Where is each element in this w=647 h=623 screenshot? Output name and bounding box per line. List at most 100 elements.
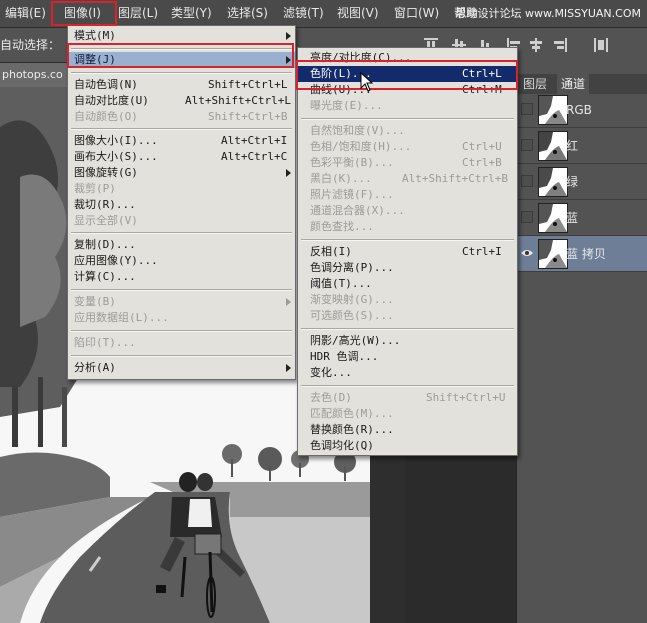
menu-item-shadows-highlights[interactable]: 阴影/高光(W)...	[298, 333, 517, 349]
menu-item-replace-color[interactable]: 替换颜色(R)...	[298, 422, 517, 438]
menu-item-duplicate[interactable]: 复制(D)...	[68, 237, 295, 253]
menu-item-label: 图像大小(I)...	[74, 134, 158, 147]
menu-item-invert[interactable]: 反相(I) Ctrl+I	[298, 244, 517, 260]
menu-item-label: 计算(C)...	[74, 270, 136, 283]
menu-item-auto-tone[interactable]: 自动色调(N) Shift+Ctrl+L	[68, 77, 295, 93]
channel-row-blue-copy[interactable]: 蓝 拷贝	[517, 236, 647, 272]
menu-item-canvas-size[interactable]: 画布大小(S)... Alt+Ctrl+C	[68, 149, 295, 165]
menu-item-auto-contrast[interactable]: 自动对比度(U) Alt+Shift+Ctrl+L	[68, 93, 295, 109]
menu-item-color-balance[interactable]: 色彩平衡(B)... Ctrl+B	[298, 155, 517, 171]
channel-row-blue[interactable]: 蓝	[517, 200, 647, 236]
menu-item-label: 裁剪(P)	[74, 182, 116, 195]
menu-item-channel-mixer[interactable]: 通道混合器(X)...	[298, 203, 517, 219]
align-right-icon[interactable]	[553, 38, 567, 52]
menu-item-shortcut: Ctrl+I	[462, 245, 502, 258]
menu-item-label: 色彩平衡(B)...	[310, 156, 394, 169]
channel-thumbnail	[538, 239, 568, 269]
menu-item-label: 自动对比度(U)	[74, 94, 149, 107]
document-tab[interactable]: photops.co	[0, 63, 68, 87]
visibility-toggle[interactable]	[521, 103, 533, 115]
menu-item-label: 变量(B)	[74, 295, 116, 308]
mouse-pointer-icon	[360, 71, 374, 92]
menu-item-apply-image[interactable]: 应用图像(Y)...	[68, 253, 295, 269]
menu-type[interactable]: 类型(Y)	[171, 0, 212, 27]
menu-window[interactable]: 窗口(W)	[394, 0, 439, 27]
tab-channels[interactable]: 通道	[557, 74, 590, 94]
menu-item-equalize[interactable]: 色调均化(Q)	[298, 438, 517, 454]
menu-item-threshold[interactable]: 阈值(T)...	[298, 276, 517, 292]
menu-item-label: 照片滤镜(F)...	[310, 188, 394, 201]
menu-edit[interactable]: 编辑(E)	[5, 0, 46, 27]
menu-select[interactable]: 选择(S)	[227, 0, 268, 27]
menu-item-label: 可选颜色(S)...	[310, 309, 394, 322]
menu-item-analysis[interactable]: 分析(A)	[68, 360, 295, 376]
menu-separator	[301, 239, 514, 241]
submenu-arrow-icon	[286, 32, 291, 40]
menu-item-calculations[interactable]: 计算(C)...	[68, 269, 295, 285]
menu-item-label: 通道混合器(X)...	[310, 204, 405, 217]
menu-item-apply-data-set[interactable]: 应用数据组(L)...	[68, 310, 295, 326]
menu-item-trap[interactable]: 陷印(T)...	[68, 335, 295, 351]
menu-separator	[301, 118, 514, 120]
menu-item-photo-filter[interactable]: 照片滤镜(F)...	[298, 187, 517, 203]
menu-item-trim[interactable]: 裁切(R)...	[68, 197, 295, 213]
tab-layers[interactable]: 图层	[519, 74, 551, 94]
channel-row-green[interactable]: 绿	[517, 164, 647, 200]
visibility-toggle[interactable]	[521, 175, 533, 187]
distribute-icon[interactable]	[594, 38, 608, 52]
menu-item-shortcut: Alt+Ctrl+C	[221, 150, 288, 163]
menu-item-color-lookup[interactable]: 颜色查找...	[298, 219, 517, 235]
align-hcenter-icon[interactable]	[529, 38, 543, 52]
menu-item-auto-color[interactable]: 自动颜色(O) Shift+Ctrl+B	[68, 109, 295, 125]
channel-row-red[interactable]: 红	[517, 128, 647, 164]
menu-item-label: 阈值(T)...	[310, 277, 372, 290]
menu-item-crop[interactable]: 裁剪(P)	[68, 181, 295, 197]
channel-name: 红	[566, 139, 579, 153]
visibility-toggle[interactable]	[521, 211, 533, 223]
menu-item-label: 反相(I)	[310, 245, 352, 258]
channel-thumbnail	[538, 95, 568, 125]
menu-item-label: 复制(D)...	[74, 238, 136, 251]
menu-item-black-white[interactable]: 黑白(K)... Alt+Shift+Ctrl+B	[298, 171, 517, 187]
menu-view[interactable]: 视图(V)	[337, 0, 379, 27]
menu-item-hdr-toning[interactable]: HDR 色调...	[298, 349, 517, 365]
menu-item-label: 色相/饱和度(H)...	[310, 140, 412, 153]
menu-item-vibrance[interactable]: 自然饱和度(V)...	[298, 123, 517, 139]
channel-name: 蓝 拷贝	[566, 247, 606, 261]
menu-item-image-rotation[interactable]: 图像旋转(G)	[68, 165, 295, 181]
menu-item-match-color[interactable]: 匹配颜色(M)...	[298, 406, 517, 422]
menu-separator	[71, 232, 292, 234]
menu-item-reveal-all[interactable]: 显示全部(V)	[68, 213, 295, 229]
menu-item-image-size[interactable]: 图像大小(I)... Alt+Ctrl+I	[68, 133, 295, 149]
eye-icon[interactable]	[521, 247, 533, 259]
channel-row-rgb[interactable]: RGB	[517, 92, 647, 128]
annotation-box-image-menu	[51, 1, 117, 26]
menu-item-gradient-map[interactable]: 渐变映射(G)...	[298, 292, 517, 308]
menu-item-desaturate[interactable]: 去色(D) Shift+Ctrl+U	[298, 390, 517, 406]
menu-layer[interactable]: 图层(L)	[118, 0, 158, 27]
annotation-box-levels	[296, 60, 518, 90]
visibility-toggle[interactable]	[521, 139, 533, 151]
menu-item-exposure[interactable]: 曝光度(E)...	[298, 98, 517, 114]
menu-item-label: 阴影/高光(W)...	[310, 334, 401, 347]
menu-item-shortcut: Shift+Ctrl+L	[208, 78, 288, 91]
menu-item-variations[interactable]: 变化...	[298, 365, 517, 381]
menu-item-label: 匹配颜色(M)...	[310, 407, 394, 420]
channel-name: 绿	[566, 175, 579, 189]
menu-item-label: 去色(D)	[310, 391, 352, 404]
menu-item-variables[interactable]: 变量(B)	[68, 294, 295, 310]
menu-item-shortcut: Alt+Shift+Ctrl+B	[402, 172, 508, 185]
menu-item-hue-saturation[interactable]: 色相/饱和度(H)... Ctrl+U	[298, 139, 517, 155]
menu-item-label: 黑白(K)...	[310, 172, 372, 185]
menu-item-label: HDR 色调...	[310, 350, 379, 363]
menu-item-label: 应用图像(Y)...	[74, 254, 158, 267]
menu-item-label: 颜色查找...	[310, 220, 374, 233]
menu-item-label: 色调分离(P)...	[310, 261, 394, 274]
adjustments-submenu: 亮度/对比度(C)... 色阶(L)... Ctrl+L 曲线(U)... Ctrl…	[297, 47, 518, 456]
menu-item-selective-color[interactable]: 可选颜色(S)...	[298, 308, 517, 324]
menu-item-shortcut: Alt+Ctrl+I	[221, 134, 288, 147]
channel-name: RGB	[566, 103, 592, 117]
menu-filter[interactable]: 滤镜(T)	[283, 0, 324, 27]
menu-item-posterize[interactable]: 色调分离(P)...	[298, 260, 517, 276]
menu-item-mode[interactable]: 模式(M)	[68, 28, 295, 44]
